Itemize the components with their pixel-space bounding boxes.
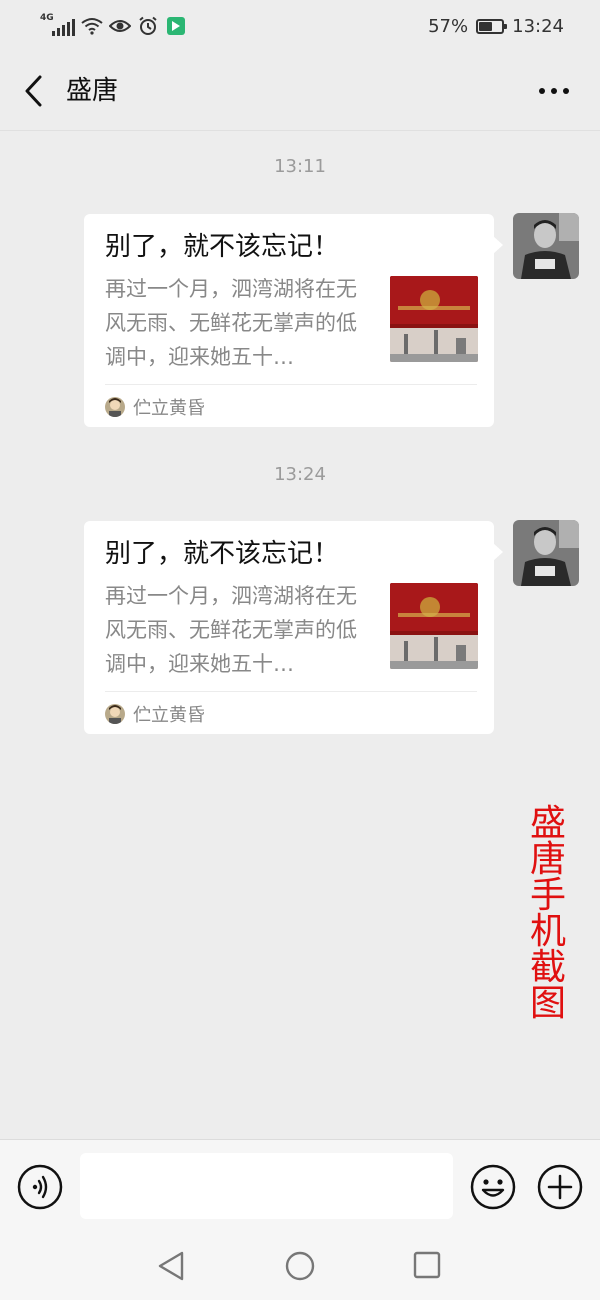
plus-icon xyxy=(537,1164,583,1210)
wifi-icon xyxy=(81,15,103,37)
battery-percent: 57% xyxy=(428,15,469,37)
link-card-message[interactable]: 别了，就不该忘记！ 再过一个月，泗湾湖将在无风无雨、无鲜花无掌声的低调中，迎来她… xyxy=(84,214,503,427)
system-nav-bar xyxy=(0,1230,600,1300)
watermark-text: 盛唐手机截图 xyxy=(529,803,566,1024)
card-source: 伫立黄昏 xyxy=(105,701,205,727)
card-source: 伫立黄昏 xyxy=(105,394,205,420)
nav-recent-icon xyxy=(413,1251,441,1279)
clock: 13:24 xyxy=(512,15,564,37)
alarm-icon xyxy=(137,15,159,37)
article-thumbnail-image xyxy=(390,276,478,362)
chat-header: 盛唐 xyxy=(0,52,600,131)
source-avatar-icon xyxy=(105,704,125,724)
nav-home-button[interactable] xyxy=(284,1250,316,1282)
voice-icon xyxy=(17,1164,63,1210)
more-button[interactable] xyxy=(534,74,574,108)
battery-fill xyxy=(479,21,493,31)
more-functions-button[interactable] xyxy=(536,1163,584,1211)
voice-button[interactable] xyxy=(17,1164,63,1210)
back-button[interactable] xyxy=(16,72,52,110)
status-icons-right: 57% 13:24 xyxy=(428,12,564,40)
card-divider xyxy=(105,691,477,692)
link-card-message[interactable]: 别了，就不该忘记！ 再过一个月，泗湾湖将在无风无雨、无鲜花无掌声的低调中，迎来她… xyxy=(84,521,503,734)
card-description: 再过一个月，泗湾湖将在无风无雨、无鲜花无掌声的低调中，迎来她五十… xyxy=(105,584,357,676)
card-divider xyxy=(105,384,477,385)
source-name: 伫立黄昏 xyxy=(133,705,205,726)
eye-icon xyxy=(109,15,131,37)
chat-title: 盛唐 xyxy=(66,76,119,106)
sender-avatar[interactable] xyxy=(513,213,579,279)
input-bar xyxy=(0,1139,600,1231)
signal-icon: 4G xyxy=(40,13,75,36)
more-dots-icon xyxy=(539,88,569,94)
card-description: 再过一个月，泗湾湖将在无风无雨、无鲜花无掌声的低调中，迎来她五十… xyxy=(105,277,357,369)
network-type-label: 4G xyxy=(40,13,54,23)
message-timestamp: 13:24 xyxy=(274,464,326,485)
source-avatar-icon xyxy=(105,397,125,417)
nav-home-icon xyxy=(285,1251,315,1281)
message-input[interactable] xyxy=(80,1153,453,1219)
emoji-button[interactable] xyxy=(469,1163,517,1211)
nav-back-icon xyxy=(158,1251,184,1281)
chevron-left-icon xyxy=(25,75,42,107)
article-thumbnail-image xyxy=(390,583,478,669)
app-notification-icon xyxy=(165,15,187,37)
nav-recent-button[interactable] xyxy=(413,1251,441,1279)
message-timestamp: 13:11 xyxy=(274,156,326,177)
battery-icon xyxy=(476,18,508,34)
emoji-icon xyxy=(470,1164,516,1210)
source-name: 伫立黄昏 xyxy=(133,398,205,419)
card-title: 别了，就不该忘记！ xyxy=(105,539,340,569)
nav-back-button[interactable] xyxy=(156,1250,186,1282)
sender-avatar[interactable] xyxy=(513,520,579,586)
status-icons-left: 4G xyxy=(40,13,187,38)
card-title: 别了，就不该忘记！ xyxy=(105,232,340,262)
status-bar: 4G 57% 13:24 xyxy=(0,0,600,52)
